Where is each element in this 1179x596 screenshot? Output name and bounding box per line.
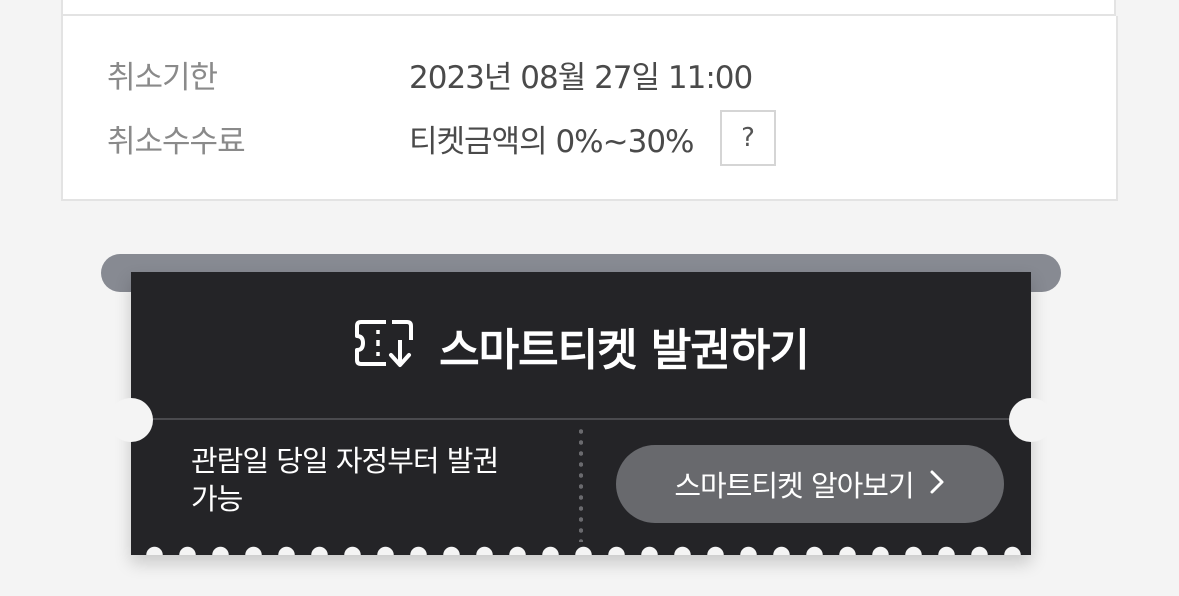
ticket-divider (131, 418, 1031, 420)
cancel-fee-value: 티켓금액의 0%~30% ? (409, 110, 776, 166)
smart-ticket-learn-more-label: 스마트티켓 알아보기 (674, 469, 914, 503)
ticket-scalloped-edge (131, 545, 1031, 555)
cancel-fee-text: 티켓금액의 0%~30% (409, 123, 695, 160)
ticket-perforation (579, 426, 583, 542)
cancel-deadline-row: 취소기한 2023년 08월 27일 11:00 (63, 44, 1116, 104)
cancel-info-card: 취소기한 2023년 08월 27일 11:00 취소수수료 티켓금액의 0%~… (61, 16, 1118, 201)
cancel-deadline-text: 2023년 08월 27일 11:00 (409, 59, 753, 96)
smart-ticket-description: 관람일 당일 자정부터 발권 가능 (191, 444, 499, 516)
cancel-deadline-label: 취소기한 (107, 59, 218, 96)
chevron-right-icon (928, 468, 946, 500)
previous-info-card (61, 0, 1116, 16)
smart-ticket-learn-more-button[interactable]: 스마트티켓 알아보기 (616, 445, 1004, 523)
cancel-fee-help-button[interactable]: ? (719, 110, 776, 166)
smart-ticket-card: 스마트티켓 발권하기 관람일 당일 자정부터 발권 가능 스마트티켓 알아보기 (109, 272, 1053, 555)
smart-ticket-issue-button[interactable]: 스마트티켓 발권하기 (131, 272, 1031, 418)
smart-ticket-title-wrap: 스마트티켓 발권하기 (353, 314, 810, 378)
cancel-deadline-value: 2023년 08월 27일 11:00 (409, 52, 753, 97)
ticket-notch-left (109, 398, 153, 442)
ticket-download-icon (353, 318, 415, 374)
cancel-fee-row: 취소수수료 티켓금액의 0%~30% ? (63, 108, 1116, 168)
smart-ticket-title: 스마트티켓 발권하기 (439, 325, 810, 376)
ticket-notch-right (1009, 398, 1053, 442)
cancel-fee-label: 취소수수료 (107, 123, 246, 160)
